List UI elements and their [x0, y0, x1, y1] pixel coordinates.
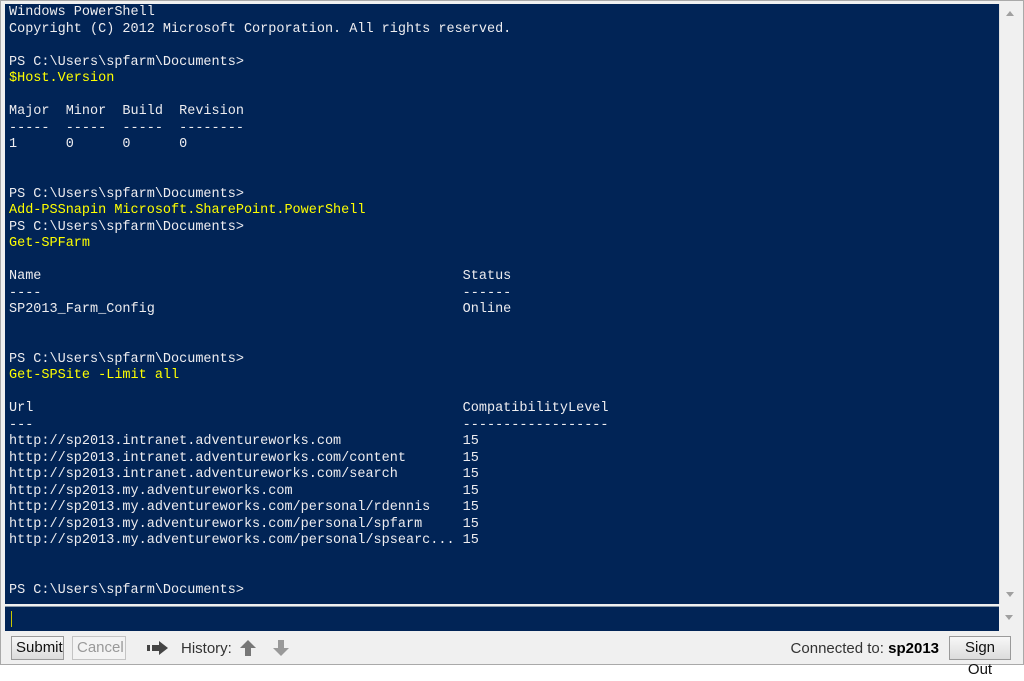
console-output-line: PS C:\Users\spfarm\Documents>: [9, 219, 244, 235]
connected-label: Connected to:: [790, 640, 884, 657]
history-up-arrow-icon[interactable]: [239, 639, 257, 657]
console-output-line: http://sp2013.my.adventureworks.com 15: [9, 483, 479, 499]
console-command-line: Get-SPFarm: [9, 236, 91, 251]
console-output-line: Windows PowerShell: [9, 5, 155, 20]
console-output-line: SP2013_Farm_Config Online: [9, 302, 512, 317]
run-arrow-icon[interactable]: [147, 641, 169, 655]
sign-out-button[interactable]: Sign Out: [949, 636, 1011, 678]
console-output-line: Url CompatibilityLevel: [9, 401, 609, 416]
toolbar: Submit Cancel History: Connected to: sp2…: [1, 632, 1023, 678]
console-output-line: Major Minor Build Revision: [9, 104, 244, 119]
console-output-line: [9, 154, 609, 171]
console-command-line: Get-SPSite -Limit all: [9, 368, 180, 383]
input-scrollbar[interactable]: [999, 606, 1019, 630]
console-output-line: ----- ----- ----- --------: [9, 120, 244, 136]
console-output-line: [9, 38, 609, 55]
command-input-row: [5, 606, 999, 631]
console-output: Windows PowerShell Copyright (C) 2012 Mic…: [5, 4, 999, 604]
console-output-line: PS C:\Users\spfarm\Documents>: [9, 582, 244, 598]
text-caret: [11, 611, 12, 627]
console-output-line: 1 0 0 0: [9, 137, 188, 152]
console-output-line: PS C:\Users\spfarm\Documents>: [9, 351, 244, 367]
console-output-line: http://sp2013.intranet.adventureworks.co…: [9, 434, 479, 449]
connected-server: sp2013: [888, 640, 939, 657]
console-output-line: [9, 88, 609, 105]
console-output-line: --- ------------------: [9, 417, 609, 433]
console-output-line: Copyright (C) 2012 Microsoft Corporation…: [9, 21, 512, 37]
history-down-arrow-icon[interactable]: [272, 639, 290, 657]
scroll-down-icon[interactable]: [1006, 592, 1014, 597]
console-output-line: ---- ------: [9, 285, 512, 301]
console-command-line: $Host.Version: [9, 71, 115, 86]
console-output-line: PS C:\Users\spfarm\Documents>: [9, 186, 244, 202]
cancel-button[interactable]: Cancel: [72, 636, 126, 660]
console-output-line: http://sp2013.my.adventureworks.com/pers…: [9, 500, 479, 515]
console-output-line: [9, 550, 609, 567]
console-output-line: [9, 170, 609, 187]
console-output-line: [9, 335, 609, 352]
console-output-line: PS C:\Users\spfarm\Documents>: [9, 54, 244, 70]
console-output-line: http://sp2013.my.adventureworks.com/pers…: [9, 533, 479, 548]
input-scroll-down-icon[interactable]: [1005, 615, 1013, 620]
console-output-line: http://sp2013.my.adventureworks.com/pers…: [9, 516, 479, 532]
console-command-line: Add-PSSnapin Microsoft.SharePoint.PowerS…: [9, 203, 366, 218]
console-output-line: [9, 319, 609, 336]
history-label: History:: [181, 640, 232, 657]
console-output-line: http://sp2013.intranet.adventureworks.co…: [9, 450, 479, 466]
console-output-line: [9, 566, 609, 583]
web-console-window: Windows PowerShell Copyright (C) 2012 Mic…: [0, 0, 1024, 678]
vertical-scrollbar[interactable]: [999, 4, 1020, 604]
console-output-line: [9, 253, 609, 270]
connection-status: Connected to: sp2013: [791, 640, 939, 657]
console-output-line: Name Status: [9, 269, 512, 284]
command-input[interactable]: [5, 607, 999, 631]
console-lines: Windows PowerShell Copyright (C) 2012 Mic…: [9, 5, 609, 599]
submit-button[interactable]: Submit: [11, 636, 64, 660]
scroll-up-icon[interactable]: [1006, 11, 1014, 16]
console-output-line: http://sp2013.intranet.adventureworks.co…: [9, 467, 479, 482]
console-output-line: [9, 385, 609, 402]
